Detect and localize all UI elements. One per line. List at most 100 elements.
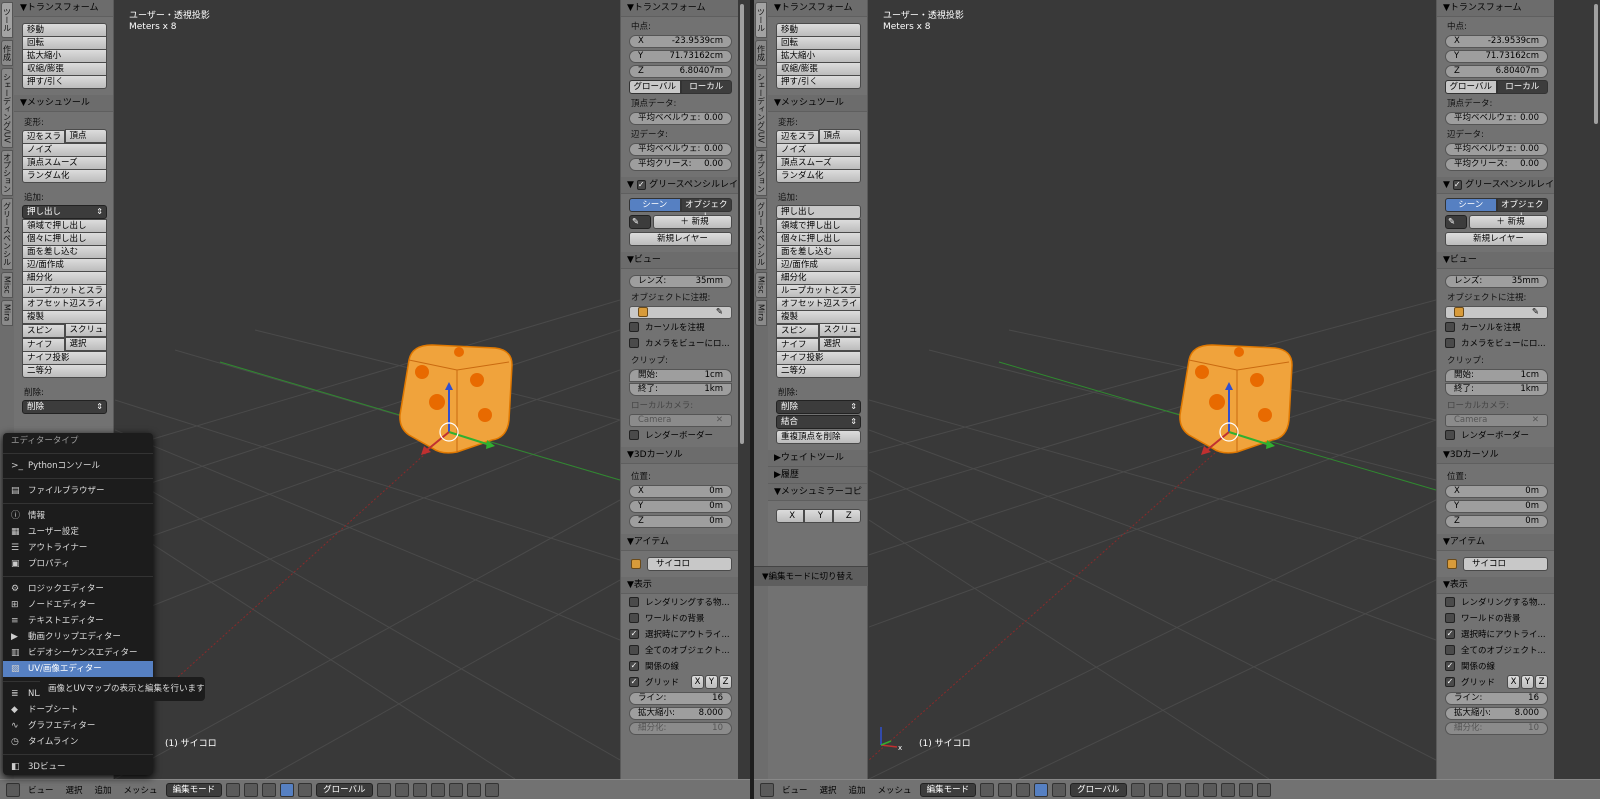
eyedropper-icon[interactable]: ✎ — [1532, 307, 1539, 318]
extrude-individual-button[interactable]: 個々に押し出し — [776, 232, 861, 246]
menu-item-sequencer[interactable]: ▥ ビデオシーケンスエディター — [3, 645, 153, 661]
shrink-fatten-button[interactable]: 収縮/膨張 — [776, 62, 861, 76]
translate-manip-icon[interactable] — [280, 782, 295, 797]
offset-edge-slide-button[interactable]: オフセット辺スライド — [22, 297, 107, 311]
tab-options[interactable]: オプション — [1, 150, 13, 196]
menu-item-text-editor[interactable]: ≡ テキストエディター — [3, 613, 153, 629]
randomize-button[interactable]: ランダム化 — [22, 169, 107, 183]
item-name-field[interactable]: サイコロ — [647, 557, 732, 571]
cursor-y-field[interactable]: Y 0m — [629, 500, 732, 513]
mirror-y-button[interactable]: Y — [804, 509, 833, 523]
spin-button[interactable]: スピン — [22, 324, 65, 338]
mirror-z-button[interactable]: Z — [832, 509, 861, 523]
median-y-field[interactable]: Y 71.73162cm — [629, 50, 732, 63]
view-title[interactable]: ▼ビュー — [1437, 252, 1554, 269]
tab-create[interactable]: 作成 — [755, 40, 767, 66]
knife-project-button[interactable]: ナイフ投影 — [776, 351, 861, 365]
occlude-icon[interactable] — [1184, 782, 1199, 797]
manipulator-icon[interactable] — [262, 782, 277, 797]
tab-mira[interactable]: Mira — [755, 300, 767, 326]
mean-crease-field[interactable]: 平均クリース: 0.00 — [629, 158, 732, 171]
edge-bevel-weight-field[interactable]: 平均ベベルウェ: 0.00 — [629, 143, 732, 156]
face-select-icon[interactable] — [412, 782, 427, 797]
select-menu[interactable]: 選択 — [62, 784, 87, 796]
global-button[interactable]: グローバル — [629, 80, 681, 94]
subdivide-button[interactable]: 細分化 — [776, 271, 861, 285]
rotate-button[interactable]: 回転 — [776, 36, 861, 50]
grid-subdivisions-field[interactable]: 細分化: 10 — [1445, 722, 1548, 735]
noise-button[interactable]: ノイズ — [22, 143, 107, 157]
render-border-checkbox[interactable]: レンダーボーダー — [621, 427, 738, 443]
grid-y-toggle[interactable]: Y — [705, 675, 718, 689]
item-name-field[interactable]: サイコロ — [1463, 557, 1548, 571]
select-menu[interactable]: 選択 — [816, 784, 841, 796]
tab-tools[interactable]: ツール — [755, 2, 767, 38]
transform-title[interactable]: ▼トランスフォーム — [1437, 0, 1554, 17]
lock-object-field[interactable]: ✎ — [629, 306, 732, 319]
knife-button[interactable]: ナイフ — [22, 338, 65, 352]
viewport-3d-right[interactable]: x ユーザー・透視投影 Meters x 8 (1) サイコロ — [869, 0, 1436, 779]
knife-project-button[interactable]: ナイフ投影 — [22, 351, 107, 365]
eyedropper-icon[interactable]: ✎ — [716, 307, 723, 318]
pivot-icon[interactable] — [998, 782, 1013, 797]
global-button[interactable]: グローバル — [1445, 80, 1497, 94]
offset-edge-slide-button[interactable]: オフセット辺スライド — [776, 297, 861, 311]
edge-slide-button[interactable]: 辺をスラ — [22, 130, 65, 144]
grease-pencil-checkbox[interactable]: ✓ — [636, 180, 646, 190]
grid-checkbox[interactable]: ✓ グリッド X Y Z — [621, 674, 738, 690]
item-title[interactable]: ▼アイテム — [621, 534, 738, 551]
shading-icon[interactable] — [226, 782, 241, 797]
tab-grease-pencil[interactable]: グリースペンシル — [755, 198, 767, 270]
menu-item-uv-image-editor[interactable]: ▨ UV/画像エディター — [3, 661, 153, 677]
smooth-vertex-button[interactable]: 頂点スムーズ — [22, 156, 107, 170]
editor-type-icon[interactable] — [6, 782, 20, 797]
grid-z-toggle[interactable]: Z — [719, 675, 732, 689]
all-objects-checkbox[interactable]: 全てのオブジェクト... — [1437, 642, 1554, 658]
merge-dropdown[interactable]: 結合 — [776, 415, 861, 429]
menu-item-info[interactable]: ⓘ 情報 — [3, 508, 153, 524]
pencil-icon[interactable]: ✎ — [1445, 215, 1467, 229]
grid-lines-field[interactable]: ライン: 16 — [1445, 692, 1548, 705]
delete-dropdown[interactable]: 削除 — [776, 400, 861, 414]
screw-button[interactable]: スクリュ — [818, 323, 861, 337]
randomize-button[interactable]: ランダム化 — [776, 169, 861, 183]
transform-panel-title[interactable]: ▼トランスフォーム — [768, 0, 867, 17]
tab-tools[interactable]: ツール — [1, 2, 13, 38]
scene-button[interactable]: シーン — [629, 198, 681, 212]
menu-item-logic-editor[interactable]: ⚙ ロジックエディター — [3, 581, 153, 597]
duplicate-button[interactable]: 複製 — [776, 310, 861, 324]
manipulator-icon[interactable] — [1016, 782, 1031, 797]
edge-select-icon[interactable] — [1148, 782, 1163, 797]
grease-pencil-checkbox[interactable]: ✓ — [1452, 180, 1462, 190]
lock-cursor-checkbox[interactable]: カーソルを注視 — [621, 319, 738, 335]
item-title[interactable]: ▼アイテム — [1437, 534, 1554, 551]
remove-doubles-button[interactable]: 重複頂点を削除 — [776, 430, 861, 444]
new-layer-button[interactable]: 新規レイヤー — [1445, 232, 1548, 246]
grid-scale-field[interactable]: 拡大縮小: 8.000 — [629, 707, 732, 720]
inset-faces-button[interactable]: 面を差し込む — [776, 245, 861, 259]
pencil-icon[interactable]: ✎ — [629, 215, 651, 229]
local-button[interactable]: ローカル — [680, 80, 732, 94]
lock-camera-checkbox[interactable]: カメラをビューにロ... — [1437, 335, 1554, 351]
mean-bevel-weight-field[interactable]: 平均ベベルウェ: 0.00 — [629, 112, 732, 125]
clear-icon[interactable]: ✕ — [716, 415, 723, 426]
panel-scrollbar[interactable] — [740, 4, 744, 444]
world-background-checkbox[interactable]: ワールドの背景 — [621, 610, 738, 626]
relationship-lines-checkbox[interactable]: ✓ 関係の線 — [1437, 658, 1554, 674]
spin-button[interactable]: スピン — [776, 324, 819, 338]
proportional-icon[interactable] — [448, 782, 463, 797]
mesh-tools-title[interactable]: ▼メッシュツール — [768, 95, 867, 112]
menu-item-node-editor[interactable]: ⊞ ノードエディター — [3, 597, 153, 613]
orientation-dropdown[interactable]: グローバル — [316, 782, 373, 797]
knife-select-button[interactable]: 選択 — [818, 337, 861, 351]
menu-item-graph-editor[interactable]: ∿ グラフエディター — [3, 718, 153, 734]
operator-panel[interactable]: ▼編集モードに切り替え — [754, 566, 868, 586]
mesh-menu[interactable]: メッシュ — [120, 784, 162, 796]
grid-y-toggle[interactable]: Y — [1521, 675, 1534, 689]
shrink-fatten-button[interactable]: 収縮/膨張 — [22, 62, 107, 76]
median-z-field[interactable]: Z 6.80407m — [1445, 65, 1548, 78]
transform-gizmo[interactable] — [869, 0, 1436, 779]
mode-dropdown[interactable]: 編集モード — [165, 782, 223, 797]
grid-x-toggle[interactable]: X — [1507, 675, 1520, 689]
mean-crease-field[interactable]: 平均クリース: 0.00 — [1445, 158, 1548, 171]
